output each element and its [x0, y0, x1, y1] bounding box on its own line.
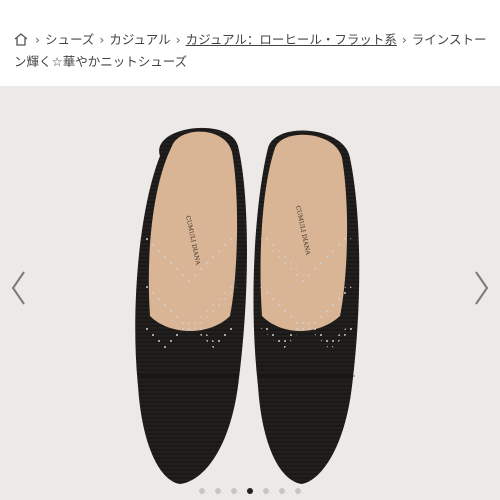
- chevron-right-icon: [475, 271, 489, 305]
- product-image-gallery[interactable]: CUMULI DIANA CUMULI DIANA: [0, 86, 500, 500]
- breadcrumb-item-shoes[interactable]: シューズ: [45, 32, 94, 47]
- carousel-dot[interactable]: [263, 488, 269, 494]
- carousel-dot[interactable]: [295, 488, 301, 494]
- chevron-right-icon: ›: [99, 32, 105, 47]
- home-icon[interactable]: [14, 32, 28, 52]
- product-photo: CUMULI DIANA CUMULI DIANA: [135, 127, 360, 485]
- right-shoe: [253, 130, 360, 485]
- left-shoe: [135, 127, 247, 485]
- chevron-left-icon: [11, 271, 25, 305]
- carousel-dot[interactable]: [215, 488, 221, 494]
- previous-image-button[interactable]: [6, 266, 30, 310]
- next-image-button[interactable]: [470, 266, 494, 310]
- chevron-right-icon: ›: [401, 32, 407, 47]
- breadcrumb: › シューズ › カジュアル › カジュアル：ローヒール・フラット系 › ライン…: [14, 30, 488, 72]
- breadcrumb-item-casual[interactable]: カジュアル: [109, 32, 170, 47]
- carousel-dot[interactable]: [199, 488, 205, 494]
- chevron-right-icon: ›: [34, 32, 40, 47]
- carousel-dot[interactable]: [279, 488, 285, 494]
- carousel-dot[interactable]: [231, 488, 237, 494]
- chevron-right-icon: ›: [175, 32, 181, 47]
- breadcrumb-item-flat[interactable]: カジュアル：ローヒール・フラット系: [186, 32, 397, 47]
- carousel-dots: [0, 488, 500, 494]
- carousel-dot[interactable]: [247, 488, 253, 494]
